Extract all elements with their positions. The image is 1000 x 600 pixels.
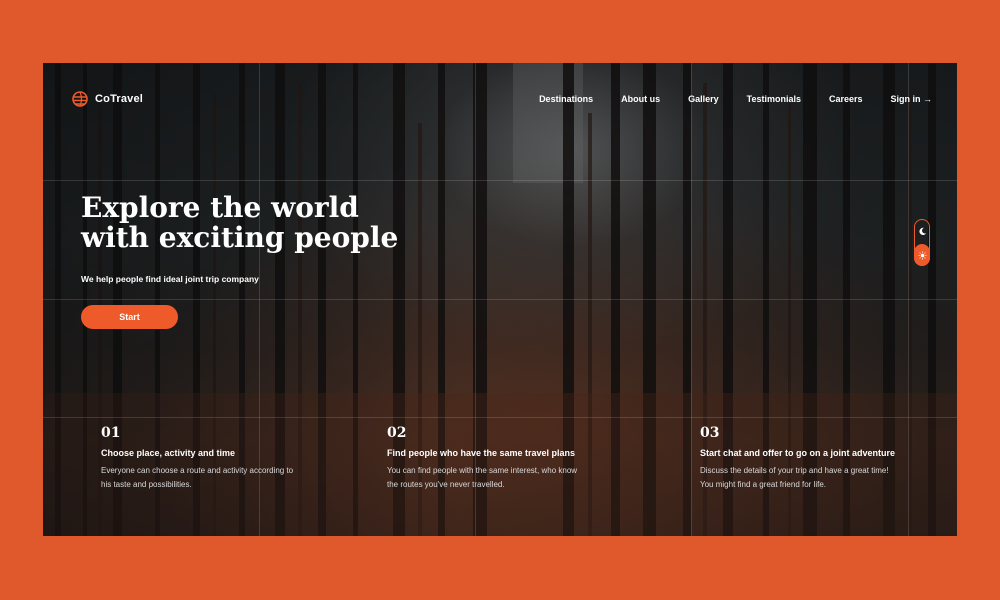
feature-title: Start chat and offer to go on a joint ad… xyxy=(700,448,896,458)
moon-icon xyxy=(918,227,926,235)
feature-text: You can find people with the same intere… xyxy=(387,466,578,489)
hero-title: Explore the world with exciting people xyxy=(81,193,421,253)
light-mode-button[interactable] xyxy=(914,244,930,266)
top-nav: Destinations About us Gallery Testimonia… xyxy=(539,94,932,104)
grid-line xyxy=(43,299,957,300)
brand-name: CoTravel xyxy=(95,93,144,105)
nav-link-testimonials[interactable]: Testimonials xyxy=(747,94,801,104)
hero-title-line-1: Explore the world xyxy=(81,191,359,224)
nav-link-careers[interactable]: Careers xyxy=(829,94,863,104)
feature-card-3: 03 Start chat and offer to go on a joint… xyxy=(700,425,895,492)
feature-number: 01 xyxy=(101,425,121,441)
feature-card-1: 01 Choose place, activity and time Every… xyxy=(101,425,296,492)
nav-link-about-us[interactable]: About us xyxy=(621,94,660,104)
feature-number: 03 xyxy=(700,425,720,441)
start-button[interactable]: Start xyxy=(81,305,178,329)
feature-title: Find people who have the same travel pla… xyxy=(387,448,576,458)
grid-line xyxy=(43,180,957,181)
feature-number: 02 xyxy=(387,425,407,441)
sun-icon xyxy=(917,250,927,260)
feature-title: Choose place, activity and time xyxy=(101,448,236,458)
globe-logo-icon xyxy=(72,91,88,107)
signin-link[interactable]: Sign in → xyxy=(891,94,933,104)
feature-text: Discuss the details of your trip and hav… xyxy=(700,466,889,489)
nav-link-gallery[interactable]: Gallery xyxy=(688,94,719,104)
brand-logo[interactable]: CoTravel xyxy=(71,90,143,108)
grid-line xyxy=(43,417,957,418)
app-window: CoTravel Destinations About us Gallery T… xyxy=(43,63,957,536)
hero-subtitle: We help people find ideal joint trip com… xyxy=(81,274,259,284)
feature-card-2: 02 Find people who have the same travel … xyxy=(387,425,582,492)
hero-title-line-2: with exciting people xyxy=(81,221,399,254)
feature-text: Everyone can choose a route and activity… xyxy=(101,466,294,489)
theme-toggle[interactable] xyxy=(914,219,930,266)
dark-mode-button[interactable] xyxy=(915,223,929,239)
nav-link-destinations[interactable]: Destinations xyxy=(539,94,593,104)
